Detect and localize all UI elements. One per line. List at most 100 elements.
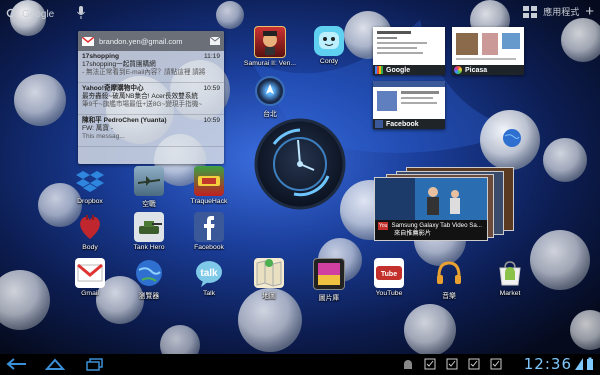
wifi-signal-icon[interactable] — [574, 357, 584, 371]
facebook-small-icon — [375, 120, 383, 128]
svg-text:talk: talk — [200, 268, 218, 279]
app-gallery[interactable]: 圖片庫 — [302, 258, 356, 302]
app-label: Gmail — [81, 290, 99, 297]
app-facebook[interactable]: Facebook — [182, 212, 236, 251]
bookmark-picasa[interactable]: Picasa — [452, 27, 524, 75]
traquehack-icon — [194, 166, 224, 196]
email-sender: 陳和平 PedroChen (Yuanta) — [82, 117, 167, 124]
bookmark-google[interactable]: Google — [373, 27, 445, 75]
app-music[interactable]: 音樂 — [422, 258, 476, 300]
app-label: Dropbox — [77, 198, 103, 205]
app-body[interactable]: Body — [63, 212, 117, 251]
back-button[interactable] — [6, 357, 28, 371]
email-subject: 最夯轟殺~破萬NB集合! Acer長效雙系統 — [82, 93, 198, 100]
youtube-icon: Tube — [374, 258, 404, 288]
email-widget[interactable]: brandon.yen@gmail.com 17shopping 11:19 17… — [78, 31, 224, 164]
app-label: 地圖 — [262, 293, 276, 300]
app-youtube[interactable]: Tube YouTube — [362, 258, 416, 297]
cordy-icon — [314, 26, 344, 56]
youtube-caption: You Samsung Galaxy Tab Video Sa... 來自推薦影… — [375, 220, 487, 240]
svg-text:Tube: Tube — [381, 271, 397, 278]
youtube-small-icon: You — [378, 222, 389, 230]
email-snippet: - 無法正常看到E-mail內容？請點這裡 請將 — [82, 69, 206, 76]
android-debug-icon[interactable] — [402, 358, 414, 370]
app-tankhero[interactable]: Tank Hero — [122, 212, 176, 251]
app-label: TraqueHack — [190, 198, 228, 205]
download-complete-icon[interactable] — [490, 358, 502, 370]
download-complete-icon[interactable] — [424, 358, 436, 370]
app-label: 瀏覽器 — [138, 293, 160, 300]
app-label: 圖片庫 — [318, 295, 340, 302]
gmail-icon — [82, 36, 94, 46]
email-subject: FW: 萬寶 - — [82, 125, 114, 132]
email-subject: 17shopping一起買團購網 — [82, 61, 156, 68]
bookmark-facebook[interactable]: Facebook — [373, 81, 445, 129]
add-widget-icon[interactable]: + — [585, 4, 594, 19]
app-label: Samurai II: Ven... — [243, 60, 297, 67]
email-sender: Yahoo!奇摩購物中心 — [82, 85, 144, 92]
youtube-widget[interactable]: You Samsung Galaxy Tab Video Sa... 來自推薦影… — [374, 167, 514, 241]
microphone-icon[interactable] — [76, 5, 86, 21]
talk-icon: talk — [194, 258, 224, 288]
apps-grid-icon[interactable] — [523, 5, 538, 18]
headphones-icon — [434, 258, 464, 288]
battery-icon[interactable] — [586, 357, 594, 371]
video-thumbnail — [375, 178, 487, 220]
app-label: Tank Hero — [133, 244, 165, 251]
download-complete-icon[interactable] — [468, 358, 480, 370]
app-maps[interactable]: 地圖 — [242, 258, 296, 300]
app-airplane[interactable]: 空戰 — [122, 166, 176, 208]
market-icon — [495, 258, 525, 288]
email-time: 10:59 — [203, 85, 220, 92]
analog-clock-widget[interactable] — [254, 118, 346, 210]
picasa-icon — [454, 66, 462, 74]
download-complete-icon[interactable] — [446, 358, 458, 370]
facebook-page-thumbnail — [373, 81, 445, 119]
app-traquehack[interactable]: TraqueHack — [182, 166, 236, 205]
gmail-app-icon — [75, 258, 105, 288]
bookmark-label: Picasa — [465, 66, 488, 74]
email-item[interactable]: 陳和平 PedroChen (Yuanta) 10:59 FW: 萬寶 - Thi… — [78, 115, 224, 147]
app-market[interactable]: Market — [483, 258, 537, 297]
app-label: 台北 — [263, 111, 277, 118]
email-time: 10:59 — [203, 117, 220, 124]
home-button[interactable] — [44, 357, 66, 371]
heart-icon — [75, 212, 105, 242]
google-icon — [375, 66, 383, 74]
google-search-label: Google — [22, 8, 55, 20]
google-search-bar[interactable]: Google — [6, 4, 54, 24]
app-talk[interactable]: talk Talk — [182, 258, 236, 297]
app-label: Facebook — [194, 244, 224, 251]
browser-globe-icon[interactable] — [502, 128, 522, 148]
search-icon — [6, 8, 18, 20]
email-item[interactable]: Yahoo!奇摩購物中心 10:59 最夯轟殺~破萬NB集合! Acer長效雙系統… — [78, 83, 224, 115]
location-icon — [255, 76, 285, 106]
app-label: Cordy — [319, 58, 339, 65]
email-sender: 17shopping — [82, 53, 119, 60]
app-label: YouTube — [375, 290, 403, 297]
recent-apps-button[interactable] — [84, 357, 106, 371]
facebook-icon — [194, 212, 224, 242]
email-widget-header[interactable]: brandon.yen@gmail.com — [78, 31, 224, 51]
youtube-video-card-front[interactable]: You Samsung Galaxy Tab Video Sa... 來自推薦影… — [374, 177, 488, 241]
dropbox-icon — [75, 166, 105, 196]
app-browser[interactable]: 瀏覽器 — [122, 258, 176, 300]
app-gmail[interactable]: Gmail — [63, 258, 117, 297]
app-cordy[interactable]: Cordy — [302, 26, 356, 65]
email-snippet: 筆9千~旗艦市場最低+送8G~變現手指機~ — [82, 101, 203, 108]
app-samurai[interactable]: Samurai II: Ven... — [243, 26, 297, 67]
youtube-video-subtitle: 來自推薦影片 — [394, 230, 432, 237]
compose-icon[interactable] — [210, 37, 220, 45]
app-label: 音樂 — [442, 293, 456, 300]
app-location-widget[interactable]: 台北 — [243, 76, 297, 118]
map-icon — [254, 258, 284, 288]
email-item[interactable]: 17shopping 11:19 17shopping一起買團購網 - 無法正常看… — [78, 51, 224, 83]
app-label: 空戰 — [142, 201, 156, 208]
tank-icon — [134, 212, 164, 242]
app-label: Talk — [202, 290, 216, 297]
app-dropbox[interactable]: Dropbox — [63, 166, 117, 205]
status-clock[interactable]: 12:36 — [524, 355, 572, 373]
apps-label[interactable]: 應用程式 — [543, 5, 579, 18]
bookmark-label: Google — [386, 66, 411, 74]
gallery-icon — [313, 258, 345, 290]
